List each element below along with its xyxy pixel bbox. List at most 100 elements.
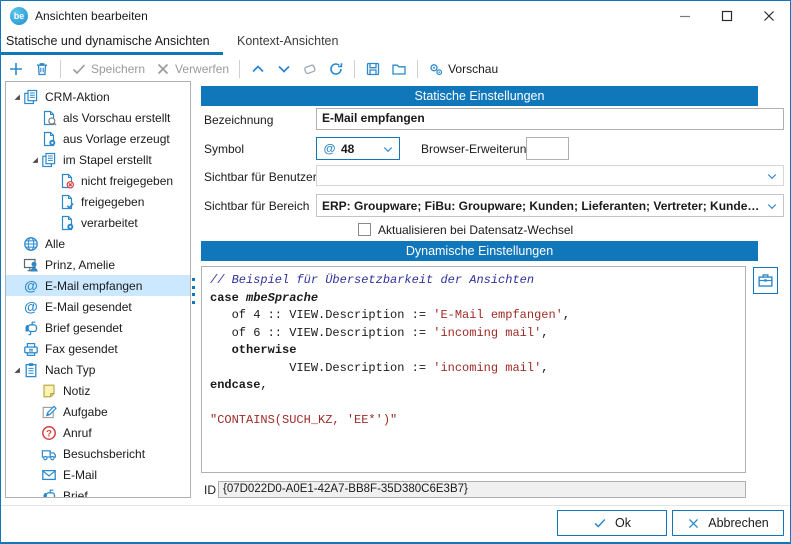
- tree-expander-icon[interactable]: [29, 152, 41, 168]
- toolbar-button-eraser[interactable]: [298, 59, 322, 79]
- code-line: endcase,: [210, 377, 737, 395]
- tree-item-besuchsbericht[interactable]: Besuchsbericht: [6, 443, 190, 464]
- close-button[interactable]: [748, 1, 790, 31]
- mailbox-icon: [41, 488, 57, 499]
- svg-text:@: @: [24, 299, 38, 315]
- tree-item-freigegeben[interactable]: freigegeben: [6, 191, 190, 212]
- visible-for-area-select[interactable]: ERP: Groupware; FiBu: Groupware; Kunden;…: [316, 194, 784, 217]
- tree-item-alle[interactable]: Alle: [6, 233, 190, 254]
- eraser-icon: [302, 61, 318, 77]
- cancel-button[interactable]: Abbrechen: [672, 510, 784, 536]
- tree-item-label: als Vorschau erstellt: [63, 111, 170, 125]
- code-line: // Beispiel für Übersetzbarkeit der Ansi…: [210, 272, 737, 290]
- at-icon: @: [322, 141, 337, 156]
- symbol-select[interactable]: @ 48: [316, 137, 400, 160]
- tab-context-views[interactable]: Kontext-Ansichten: [237, 34, 338, 48]
- close-icon: [763, 10, 775, 22]
- tree-item-label: E-Mail empfangen: [45, 279, 142, 293]
- code-line: "CONTAINS(SUCH_KZ, 'EE*')": [210, 412, 737, 430]
- visible-for-users-select[interactable]: [316, 165, 784, 186]
- fax-icon: [23, 341, 39, 357]
- window-controls: [664, 1, 790, 31]
- tree-item-fax-gesendet[interactable]: Fax gesendet: [6, 338, 190, 359]
- toolbar-button-folder[interactable]: [387, 59, 411, 79]
- toolbar-button-refresh[interactable]: [324, 59, 348, 79]
- refresh-on-record-change-checkbox[interactable]: [358, 223, 371, 236]
- static-settings-header: Statische Einstellungen: [201, 86, 758, 106]
- minimize-button[interactable]: [664, 1, 706, 31]
- toolbar-button-speichern: Speichern: [67, 59, 149, 79]
- browser-extension-input[interactable]: [526, 137, 569, 160]
- chevron-up-icon: [250, 61, 266, 77]
- tree-item-label: Notiz: [63, 384, 90, 398]
- at-icon: @: [23, 278, 39, 294]
- maximize-button[interactable]: [706, 1, 748, 31]
- tree-item-nach-typ[interactable]: Nach Typ: [6, 359, 190, 380]
- toolbar: SpeichernVerwerfenVorschau: [3, 56, 791, 81]
- user-pc-icon: [23, 257, 39, 273]
- tree-item-aus-vorlage-erzeugt[interactable]: aus Vorlage erzeugt: [6, 128, 190, 149]
- toolbar-button-chevron-up[interactable]: [246, 59, 270, 79]
- visible-for-area-label: Sichtbar für Bereich: [204, 199, 309, 213]
- toolbar-button-plus[interactable]: [4, 59, 28, 79]
- tree-item-label: verarbeitet: [81, 216, 138, 230]
- clipboard-icon: [23, 362, 39, 378]
- chevron-down-icon: [276, 61, 292, 77]
- tree-item-label: Aufgabe: [63, 405, 108, 419]
- phone-q-icon: ?: [41, 425, 57, 441]
- tree-item-als-vorschau-erstellt[interactable]: als Vorschau erstellt: [6, 107, 190, 128]
- tree-item-e-mail-gesendet[interactable]: @ E-Mail gesendet: [6, 296, 190, 317]
- doc-gear-icon: [41, 131, 57, 147]
- tree-expander-spacer: [47, 173, 59, 189]
- tree-item-e-mail[interactable]: E-Mail: [6, 464, 190, 485]
- tree-item-brief[interactable]: Brief: [6, 485, 190, 498]
- tree-item-crm-aktion[interactable]: CRM-Aktion: [6, 86, 190, 107]
- code-line: [210, 395, 737, 413]
- tree-item-label: E-Mail: [63, 468, 97, 482]
- tree-expander-spacer: [29, 404, 41, 420]
- bezeichnung-input[interactable]: E-Mail empfangen: [316, 108, 784, 130]
- trash-icon: [34, 61, 50, 77]
- toolbar-separator: [60, 60, 61, 78]
- tree-expander-spacer: [11, 278, 23, 294]
- tree-item-brief-gesendet[interactable]: Brief gesendet: [6, 317, 190, 338]
- tab-static-dynamic-views[interactable]: Statische und dynamische Ansichten: [6, 34, 210, 48]
- svg-text:@: @: [24, 278, 38, 294]
- tree-item-label: Besuchsbericht: [63, 447, 145, 461]
- tree-expander-icon[interactable]: [11, 362, 23, 378]
- tree-item-nicht-freigegeben[interactable]: nicht freigegeben: [6, 170, 190, 191]
- toolbar-button-save[interactable]: [361, 59, 385, 79]
- dynamic-settings-code-editor[interactable]: // Beispiel für Übersetzbarkeit der Ansi…: [201, 266, 746, 473]
- tree-expander-spacer: [11, 320, 23, 336]
- tree-item-e-mail-empfangen[interactable]: @ E-Mail empfangen: [6, 275, 190, 296]
- tree-expander-spacer: [29, 488, 41, 499]
- window-title: Ansichten bearbeiten: [35, 9, 148, 23]
- tree-expander-icon[interactable]: [11, 89, 23, 105]
- symbol-value: 48: [341, 142, 354, 156]
- code-line: case mbeSprache: [210, 290, 737, 308]
- tree-item-im-stapel-erstellt[interactable]: im Stapel erstellt: [6, 149, 190, 170]
- tree-item-label: freigegeben: [81, 195, 144, 209]
- views-tree: CRM-Aktion als Vorschau erstellt aus Vorla…: [5, 81, 191, 498]
- tree-expander-spacer: [11, 341, 23, 357]
- toolbar-button-chevron-down[interactable]: [272, 59, 296, 79]
- envelope-icon: [41, 467, 57, 483]
- formula-assistant-button[interactable]: [753, 267, 778, 294]
- tree-item-label: CRM-Aktion: [45, 90, 110, 104]
- tree-item-notiz[interactable]: Notiz: [6, 380, 190, 401]
- tree-item-prinz-amelie[interactable]: Prinz, Amelie: [6, 254, 190, 275]
- toolbar-button-vorschau[interactable]: Vorschau: [424, 59, 502, 79]
- globe-icon: [23, 236, 39, 252]
- splitter-handle[interactable]: [191, 278, 196, 304]
- tree-item-label: E-Mail gesendet: [45, 300, 132, 314]
- svg-text:@: @: [324, 141, 336, 155]
- dynamic-settings-header: Dynamische Einstellungen: [201, 241, 758, 261]
- ok-button[interactable]: Ok: [557, 510, 667, 536]
- docs-icon: [23, 89, 39, 105]
- tree-item-verarbeitet[interactable]: verarbeitet: [6, 212, 190, 233]
- edit-views-dialog: be Ansichten bearbeiten Statische und dy…: [0, 0, 791, 544]
- tree-item-aufgabe[interactable]: Aufgabe: [6, 401, 190, 422]
- tree-item-anruf[interactable]: ?Anruf: [6, 422, 190, 443]
- toolbar-button-trash[interactable]: [30, 59, 54, 79]
- gears-icon: [428, 61, 444, 77]
